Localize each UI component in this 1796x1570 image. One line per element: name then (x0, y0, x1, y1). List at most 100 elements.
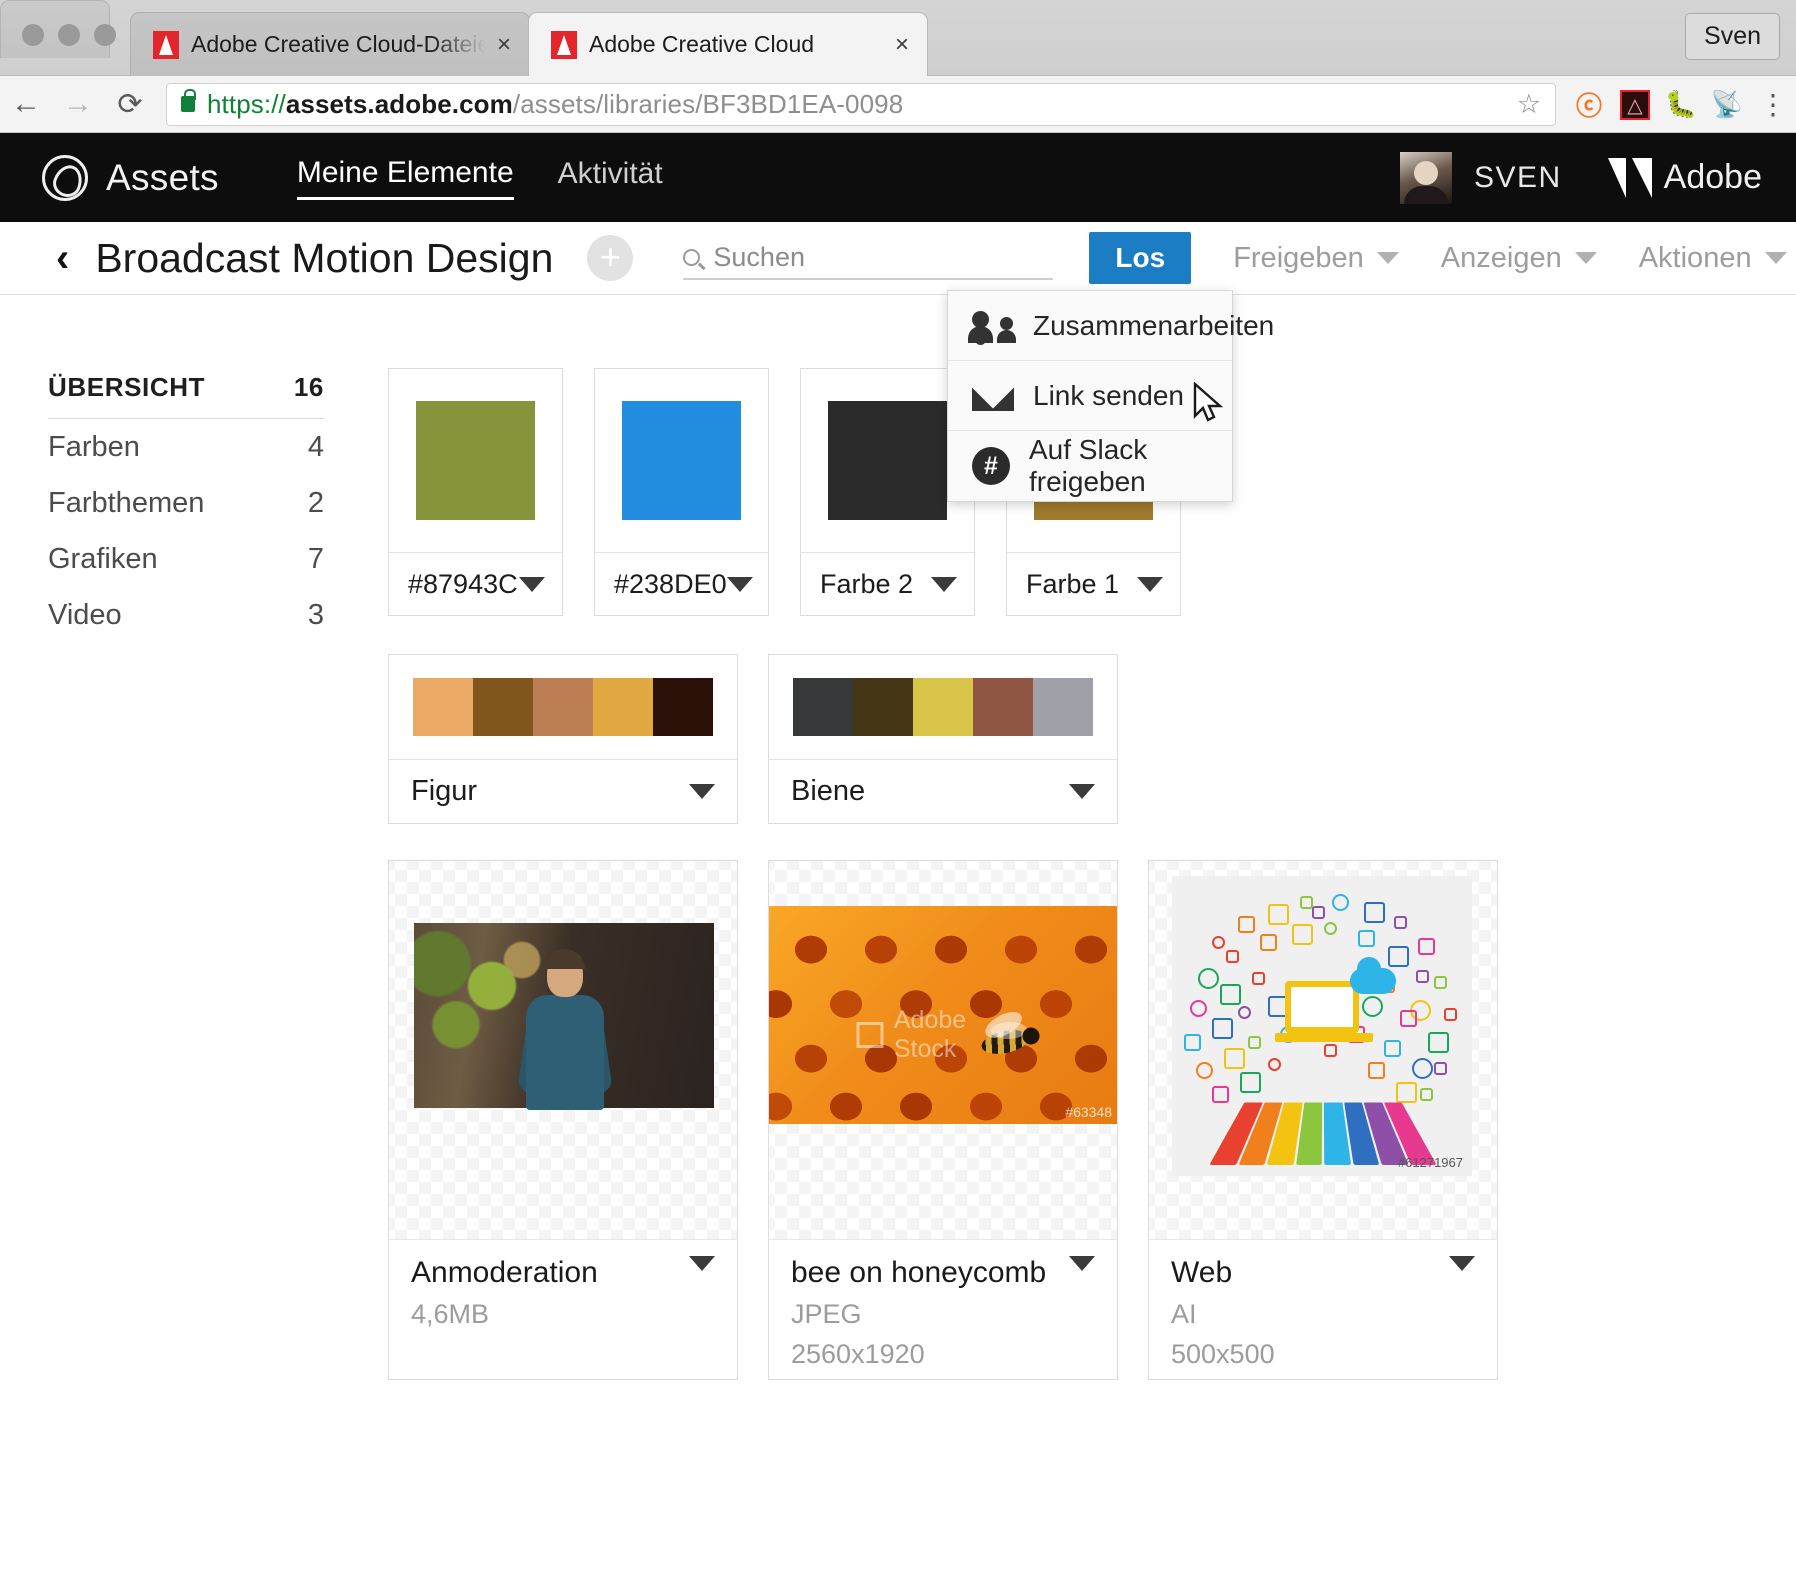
menu-item-auf-slack-freigeben[interactable]: # Auf Slack freigeben (948, 431, 1232, 501)
chevron-down-icon[interactable] (1069, 1256, 1095, 1271)
menu-item-zusammenarbeiten[interactable]: Zusammenarbeiten (948, 291, 1232, 361)
page-title: Broadcast Motion Design (95, 235, 553, 282)
mini-icon (1428, 1032, 1449, 1053)
mouse-cursor (1192, 382, 1226, 426)
menu-item-link-senden[interactable]: Link senden (948, 361, 1232, 431)
mini-icon (1184, 1034, 1201, 1051)
asset-card-footer[interactable]: Anmoderation 4,6MB (389, 1239, 737, 1379)
nav-meine-elemente[interactable]: Meine Elemente (297, 156, 514, 200)
color-card[interactable]: #238DE0 (594, 368, 769, 616)
avatar[interactable] (1400, 152, 1452, 204)
color-theme-label: Biene (791, 775, 865, 808)
chevron-down-icon[interactable] (1449, 1256, 1475, 1271)
add-asset-button[interactable]: + (587, 235, 633, 281)
asset-card-footer[interactable]: bee on honeycomb JPEG 2560x1920 (769, 1239, 1117, 1379)
menu-freigeben[interactable]: Freigeben (1233, 242, 1399, 275)
asset-meta-1: 4,6MB (411, 1299, 715, 1330)
bug-icon[interactable]: 🐛 (1658, 89, 1704, 120)
adobe-a-icon (1608, 158, 1652, 198)
chevron-down-icon[interactable] (689, 1256, 715, 1271)
color-card-footer[interactable]: #238DE0 (595, 552, 768, 615)
browser-tab-2-title: Adobe Creative Cloud (589, 31, 883, 58)
bookmark-star-icon[interactable]: ☆ (1517, 89, 1541, 120)
color-theme-footer[interactable]: Biene (769, 759, 1117, 823)
nav-aktivitaet[interactable]: Aktivität (558, 157, 663, 198)
address-bar[interactable]: https://assets.adobe.com/assets/librarie… (166, 83, 1556, 126)
color-card-footer[interactable]: #87943C (389, 552, 562, 615)
mini-icon (1252, 972, 1265, 985)
mini-icon (1394, 916, 1407, 929)
back-chevron-icon[interactable]: ‹ (56, 238, 69, 278)
stock-id-label: #61271967 (1398, 1155, 1463, 1170)
color-theme-card[interactable]: Biene (768, 654, 1118, 824)
search-placeholder: Suchen (713, 242, 805, 273)
browser-profile-button[interactable]: Sven (1685, 13, 1780, 60)
asset-card[interactable]: Adobe Stock #63348 bee on honeycomb (768, 860, 1118, 1380)
theme-swatch (793, 678, 853, 736)
search-go-button[interactable]: Los (1089, 232, 1191, 284)
bitly-icon[interactable]: ⓒ (1566, 86, 1612, 123)
video-frame (414, 923, 714, 1108)
vertical-scrollbar[interactable] (1785, 295, 1796, 1570)
slack-icon: # (972, 447, 1010, 485)
web-illustration: #61271967 (1172, 876, 1472, 1176)
asset-card[interactable]: #61271967 Web AI 500x500 (1148, 860, 1498, 1380)
menu-aktionen[interactable]: Aktionen (1639, 242, 1787, 275)
asset-card-header: Anmoderation (411, 1256, 715, 1290)
sidebar-item-video[interactable]: Video 3 (48, 587, 324, 643)
adobe-favicon-icon (153, 31, 179, 59)
sidebar-item-farben[interactable]: Farben 4 (48, 419, 324, 475)
browser-tab-bar: Adobe Creative Cloud-Dateien × Adobe Cre… (0, 0, 1796, 76)
assets-logo[interactable]: Assets (42, 155, 219, 201)
user-name[interactable]: SVEN (1474, 161, 1562, 195)
chevron-down-icon[interactable] (1137, 577, 1163, 592)
color-card[interactable]: #87943C (388, 368, 563, 616)
browser-tab-1[interactable]: Adobe Creative Cloud-Dateien × (130, 12, 530, 76)
maximize-window-button[interactable] (94, 24, 116, 46)
minimize-window-button[interactable] (58, 24, 80, 46)
reload-icon[interactable]: ⟳ (104, 87, 156, 122)
asset-card-footer[interactable]: Web AI 500x500 (1149, 1239, 1497, 1379)
chevron-down-icon[interactable] (931, 577, 957, 592)
forward-icon[interactable]: → (52, 87, 104, 121)
mini-icon (1238, 916, 1255, 933)
search-input[interactable]: Suchen (683, 236, 1053, 280)
color-theme-strip (793, 678, 1093, 736)
mini-icon (1268, 904, 1289, 925)
close-tab-1-button[interactable]: × (497, 33, 511, 57)
color-theme-footer[interactable]: Figur (389, 759, 737, 823)
color-card-footer[interactable]: Farbe 2 (801, 552, 974, 615)
menu-anzeigen[interactable]: Anzeigen (1441, 242, 1597, 275)
chevron-down-icon[interactable] (1069, 784, 1095, 799)
sidebar-item-farbthemen-label: Farbthemen (48, 487, 204, 520)
theme-swatch (473, 678, 533, 736)
library-toolbar: ‹ Broadcast Motion Design + Suchen Los F… (0, 222, 1796, 295)
chevron-down-icon (1377, 252, 1399, 264)
acrobat-pdf-icon[interactable]: △ (1612, 88, 1658, 120)
sidebar-item-farbthemen[interactable]: Farbthemen 2 (48, 475, 324, 531)
asset-card-row: Anmoderation 4,6MB Adobe Stock (388, 860, 1748, 1380)
browser-tab-2[interactable]: Adobe Creative Cloud × (528, 12, 928, 76)
sidebar-item-grafiken[interactable]: Grafiken 7 (48, 531, 324, 587)
rss-icon[interactable]: 📡 (1704, 89, 1750, 120)
close-window-button[interactable] (22, 24, 44, 46)
adobe-favicon-icon (551, 31, 577, 59)
sidebar-item-farben-count: 4 (308, 431, 324, 464)
close-tab-2-button[interactable]: × (895, 33, 909, 57)
back-icon[interactable]: ← (0, 87, 52, 121)
sidebar-item-video-count: 3 (308, 599, 324, 632)
share-dropdown-menu: Zusammenarbeiten Link senden # Auf Slack… (947, 290, 1233, 502)
sidebar-header[interactable]: ÜBERSICHT 16 (48, 372, 324, 419)
chevron-down-icon[interactable] (689, 784, 715, 799)
color-card-footer[interactable]: Farbe 1 (1007, 552, 1180, 615)
asset-card[interactable]: Anmoderation 4,6MB (388, 860, 738, 1380)
chevron-down-icon[interactable] (727, 577, 753, 592)
browser-menu-icon[interactable]: ⋮ (1750, 94, 1796, 115)
honeycomb-image: Adobe Stock #63348 (769, 906, 1117, 1124)
chevron-down-icon[interactable] (519, 577, 545, 592)
color-card-label: Farbe 2 (820, 569, 913, 600)
color-theme-card[interactable]: Figur (388, 654, 738, 824)
lock-icon (181, 96, 195, 112)
window-controls[interactable] (22, 24, 116, 46)
color-swatch (828, 401, 947, 520)
